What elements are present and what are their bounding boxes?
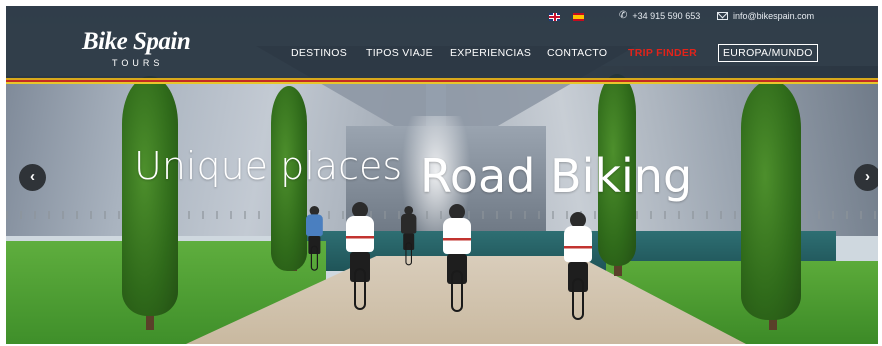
phone-contact[interactable]: ✆ +34 915 590 653 <box>619 10 701 22</box>
email-address: info@bikespain.com <box>733 11 815 21</box>
mail-icon <box>717 12 728 20</box>
site-header: ✆ +34 915 590 653 info@bikespain.com Bik… <box>6 6 878 78</box>
phone-number: +34 915 590 653 <box>632 11 701 21</box>
nav-trip-finder[interactable]: TRIP FINDER <box>628 47 697 59</box>
slider-next-button[interactable]: › <box>854 164 878 191</box>
phone-icon: ✆ <box>619 10 628 21</box>
uk-flag-icon[interactable] <box>549 13 560 21</box>
nav-tipos-viaje[interactable]: TIPOS VIAJE <box>366 47 433 59</box>
nav-destinos[interactable]: DESTINOS <box>291 47 347 59</box>
nav-contacto[interactable]: CONTACTO <box>547 47 607 59</box>
spain-flag-icon[interactable] <box>573 13 584 21</box>
page-frame: ✆ +34 915 590 653 info@bikespain.com Bik… <box>6 6 878 344</box>
header-color-stripe <box>6 78 878 84</box>
slider-prev-button[interactable]: ‹ <box>19 164 46 191</box>
main-nav: DESTINOS TIPOS VIAJE EXPERIENCIAS CONTAC… <box>6 44 878 63</box>
chevron-right-icon: › <box>865 168 870 185</box>
slide-caption-unique-places: Unique places <box>134 144 403 188</box>
cypress-tree <box>741 80 801 320</box>
nav-experiencias[interactable]: EXPERIENCIAS <box>450 47 531 59</box>
slide-caption-road-biking: Road Biking <box>420 149 693 203</box>
chevron-left-icon: ‹ <box>30 168 35 185</box>
email-contact[interactable]: info@bikespain.com <box>717 11 814 21</box>
cypress-tree <box>122 76 178 316</box>
nav-europa-mundo-button[interactable]: EUROPA/MUNDO <box>718 44 818 62</box>
